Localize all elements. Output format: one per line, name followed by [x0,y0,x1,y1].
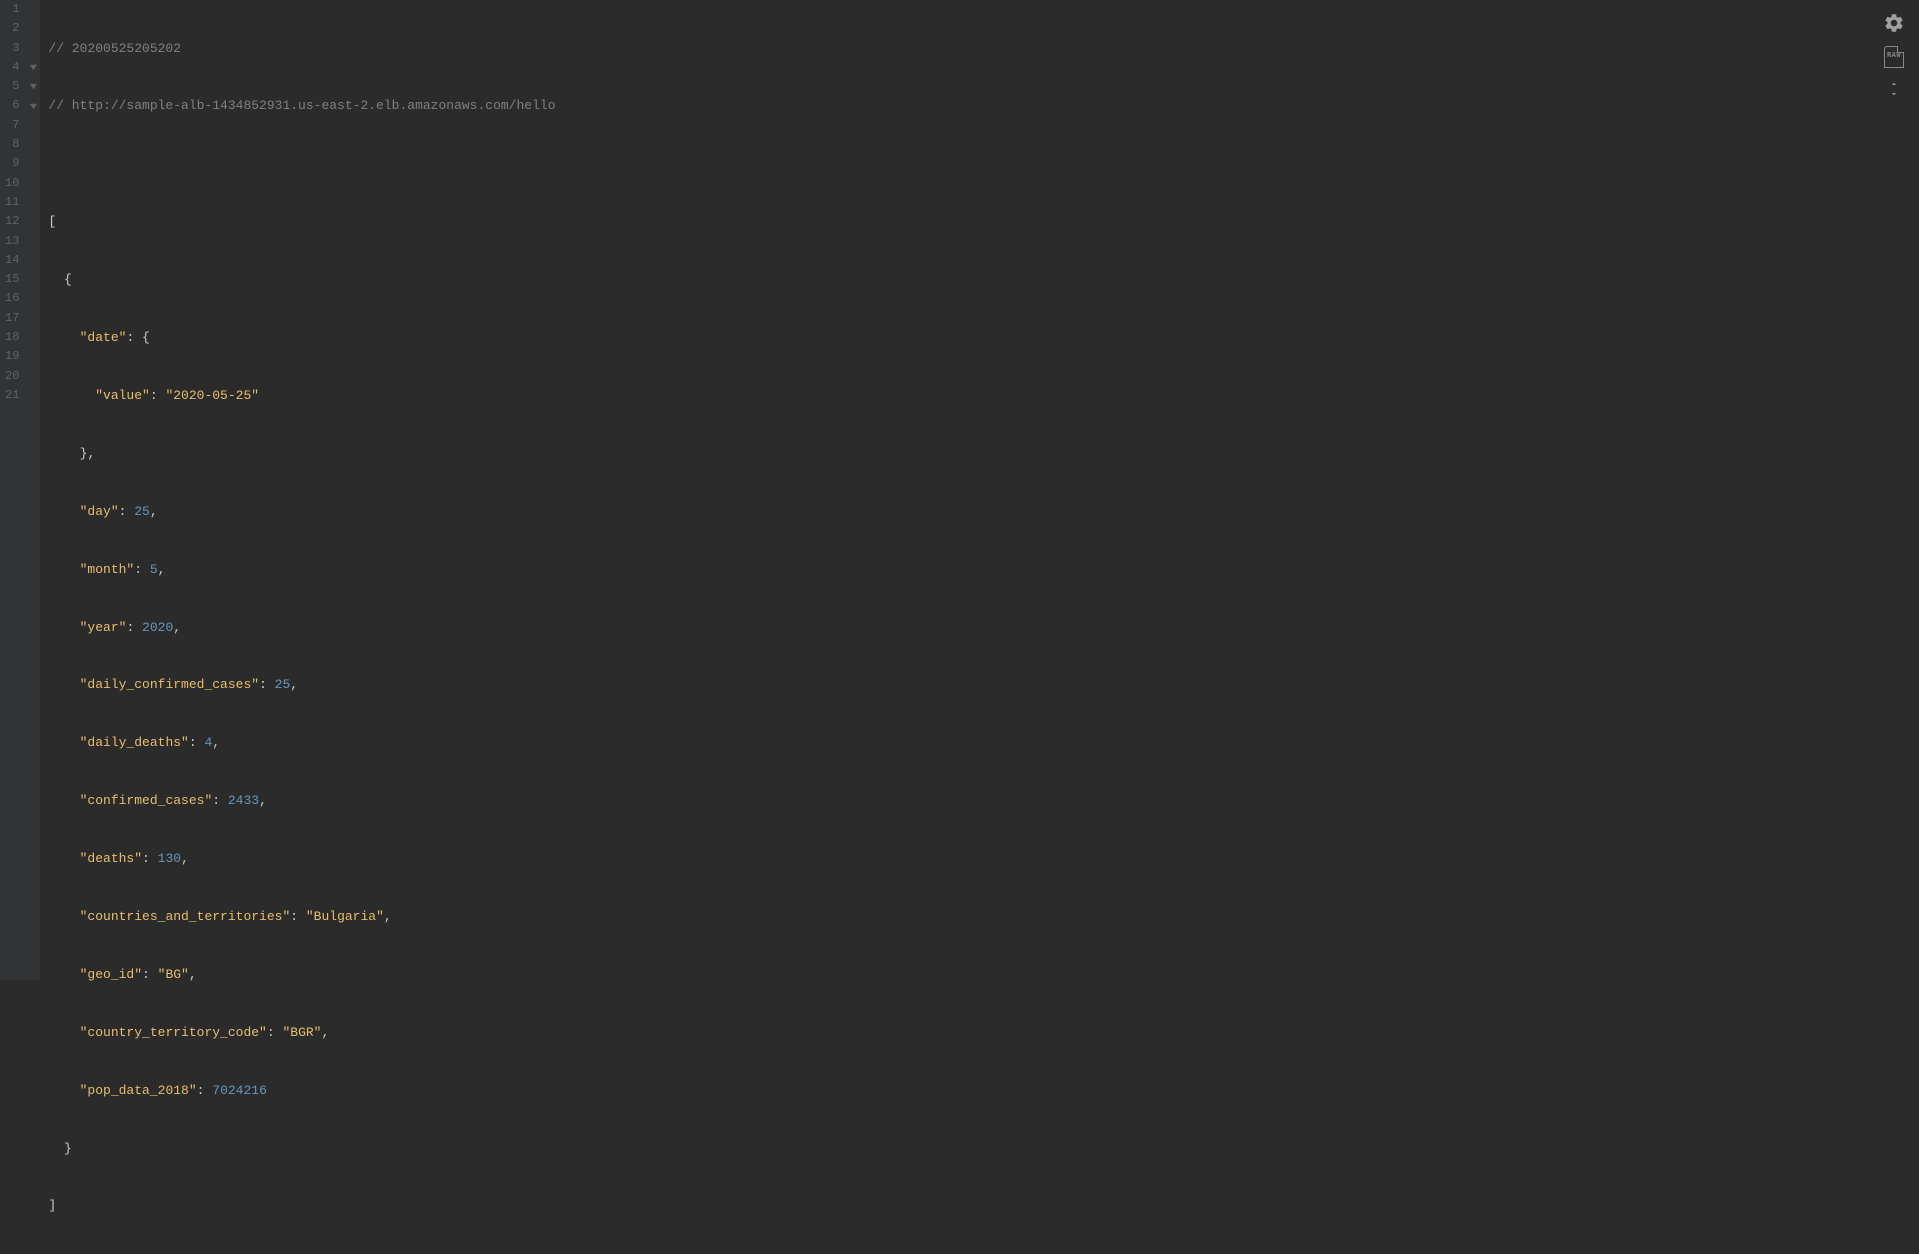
line-number: 18 [5,328,19,347]
line-number: 20 [5,367,19,386]
code-area[interactable]: // 20200525205202 // http://sample-alb-1… [40,0,1919,980]
line-number: 9 [5,154,19,173]
toolbar: RAW [1883,12,1905,96]
line-number: 12 [5,212,19,231]
val-month: 5 [150,562,158,577]
line-number: 15 [5,270,19,289]
val-daily-confirmed: 25 [275,677,291,692]
key-countries: "countries_and_territories" [80,909,291,924]
nav-chevrons [1887,76,1901,96]
fold-toggle-icon[interactable] [29,77,38,96]
line-number: 7 [5,116,19,135]
val-confirmed: 2433 [228,793,259,808]
line-number: 3 [5,39,19,58]
line-number: 1 [5,0,19,19]
line-number: 21 [5,386,19,405]
val-country-code: "BGR" [282,1025,321,1040]
line-number: 11 [5,193,19,212]
val-countries: "Bulgaria" [306,909,384,924]
comment-timestamp: // 20200525205202 [48,41,181,56]
json-viewer: 123456789101112131415161718192021 // 202… [0,0,1919,980]
key-date: "date" [80,330,127,345]
raw-icon[interactable]: RAW [1883,46,1905,68]
comment-url: // http://sample-alb-1434852931.us-east-… [48,98,555,113]
key-day: "day" [80,504,119,519]
key-value: "value" [95,388,150,403]
key-daily-deaths: "daily_deaths" [80,735,189,750]
line-number: 16 [5,289,19,308]
key-deaths: "deaths" [80,851,142,866]
val-deaths: 130 [158,851,181,866]
val-year: 2020 [142,620,173,635]
key-year: "year" [80,620,127,635]
gear-icon[interactable] [1883,12,1905,34]
key-confirmed: "confirmed_cases" [80,793,213,808]
key-month: "month" [80,562,135,577]
line-number: 8 [5,135,19,154]
key-daily-confirmed: "daily_confirmed_cases" [80,677,259,692]
line-number: 6 [5,96,19,115]
open-array: [ [48,214,56,229]
line-number: 5 [5,77,19,96]
fold-column [27,0,40,980]
close-array: ] [48,1198,56,1213]
line-number: 2 [5,19,19,38]
line-number: 4 [5,58,19,77]
val-date-value: "2020-05-25" [165,388,259,403]
fold-toggle-icon[interactable] [29,96,38,115]
val-day: 25 [134,504,150,519]
fold-toggle-icon[interactable] [29,58,38,77]
line-number-gutter: 123456789101112131415161718192021 [0,0,27,980]
raw-label: RAW [1885,47,1903,66]
chevron-down-icon[interactable] [1887,86,1901,96]
line-number: 14 [5,251,19,270]
val-pop: 7024216 [212,1083,267,1098]
line-number: 17 [5,309,19,328]
close-object: } [64,1141,72,1156]
key-country-code: "country_territory_code" [80,1025,267,1040]
line-number: 19 [5,347,19,366]
open-object: { [64,272,72,287]
line-number: 13 [5,232,19,251]
chevron-up-icon[interactable] [1887,76,1901,86]
line-number: 10 [5,174,19,193]
key-pop: "pop_data_2018" [80,1083,197,1098]
